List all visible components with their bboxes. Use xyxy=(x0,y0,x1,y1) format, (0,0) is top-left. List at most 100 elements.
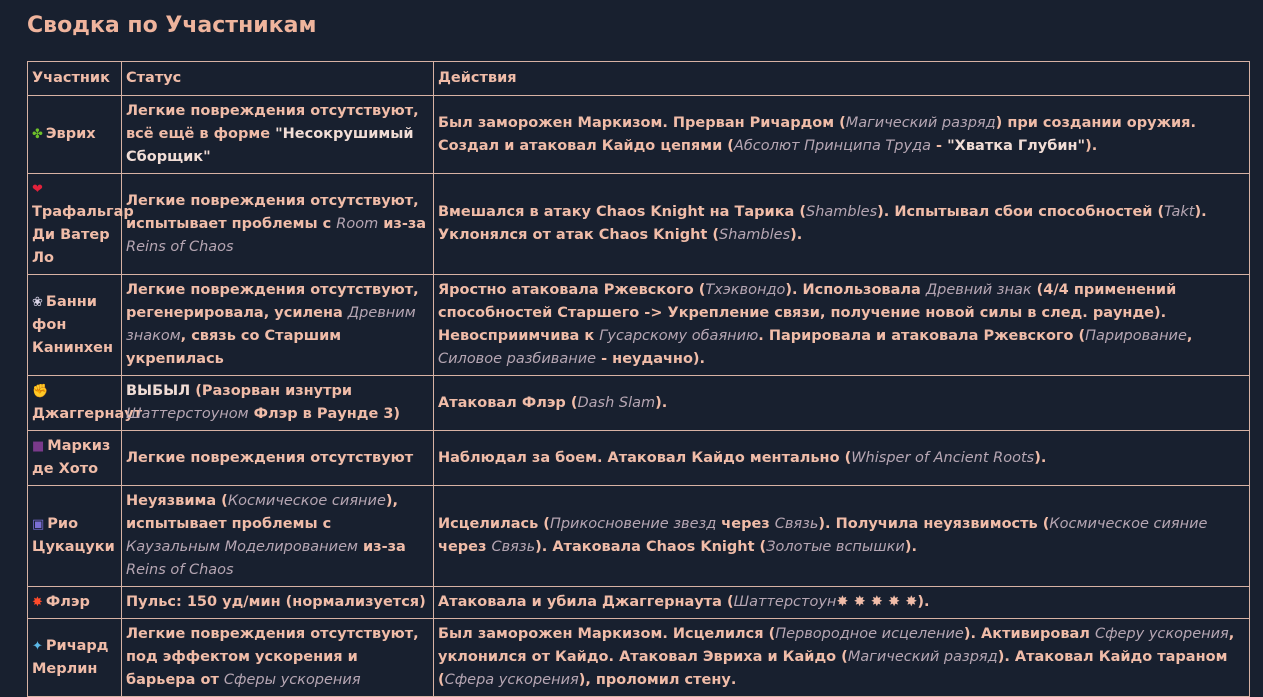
status-cell: Неуязвима (Космическое сияние), испытыва… xyxy=(121,485,434,587)
status-cell: Легкие повреждения отсутствуют xyxy=(121,430,434,486)
text-segment: (Разорван изнутри xyxy=(190,383,353,399)
text-segment: из-за xyxy=(357,539,406,555)
actions-cell: Яростно атаковала Ржевского (Тхэквондо).… xyxy=(433,274,1250,376)
text-segment: ). xyxy=(1085,137,1098,154)
actions-cell: Был заморожен Маркизом. Прерван Ричардом… xyxy=(433,95,1250,174)
ability-name: Первородное исцеление xyxy=(775,626,964,642)
page-title: Сводка по Участникам xyxy=(27,13,317,38)
ability-name: Магический разряд xyxy=(847,649,998,665)
text-segment: ). Активировал xyxy=(963,626,1095,642)
participant-cell: ✤ Эврих xyxy=(27,95,122,174)
status-cell: ВЫБЫЛ (Разорван изнутри Шаттерстоуном Фл… xyxy=(121,375,434,431)
collision-icon: ✸ xyxy=(32,595,43,610)
text-segment: , xyxy=(1186,328,1193,344)
text-segment: Атаковал Флэр ( xyxy=(438,394,578,411)
text-segment: Исцелилась ( xyxy=(438,516,550,532)
ability-name: Гусарскому обаянию xyxy=(599,328,759,344)
actions-cell: Наблюдал за боем. Атаковал Кайдо менталь… xyxy=(433,430,1250,486)
status-cell: Легкие повреждения отсутствуют, регенери… xyxy=(121,274,434,376)
ability-name: Космическое сияние xyxy=(1049,516,1208,532)
text-segment: . Парировала и атаковала Ржевского ( xyxy=(758,328,1086,344)
table-row: ✤ Эврих Легкие повреждения отсутствуют, вс… xyxy=(27,95,1250,174)
text-segment: ). xyxy=(655,394,668,411)
participant-name: Трафальгар Ди Ватер Ло xyxy=(32,204,134,266)
participant-cell: ▣ Рио Цукацуки xyxy=(27,485,122,587)
status-cell: Легкие повреждения отсутствуют, всё ещё … xyxy=(121,95,434,174)
status-cell: Легкие повреждения отсутствуют, под эффе… xyxy=(121,618,434,697)
ability-name: Абсолют Принципа Труда xyxy=(733,137,931,154)
table-row: ▣ Рио Цукацуки Неуязвима (Космическое сиян… xyxy=(27,485,1250,587)
status-cell: Легкие повреждения отсутствуют, испытыва… xyxy=(121,173,434,275)
participant-cell: ❀ Банни фон Канинхен xyxy=(27,274,122,376)
cutoff-text xyxy=(27,0,727,3)
text-segment: Атаковала и убила Джаггернаута ( xyxy=(438,594,734,610)
ability-name: Связь xyxy=(491,539,536,555)
ability-name: Парирование xyxy=(1085,328,1187,344)
rabbit-icon: ❀ xyxy=(32,294,43,310)
ability-name: Шаттерстоуном xyxy=(126,406,249,422)
text-segment: ВЫБЫЛ xyxy=(126,383,191,399)
text-segment: ). Атаковала Chaos Knight ( xyxy=(535,539,767,555)
table-row: ✸ Флэр Пульс: 150 уд/мин (нормализуется) Ат… xyxy=(27,586,1250,619)
participant-cell: ❤ Трафальгар Ди Ватер Ло xyxy=(27,173,134,275)
table-row: ❀ Банни фон Канинхен Легкие повреждения от… xyxy=(27,274,1250,376)
ability-name: Тхэквондо xyxy=(705,282,786,298)
mage-icon: ✦ xyxy=(32,638,43,654)
text-segment: ). xyxy=(904,539,917,555)
actions-cell: Атаковала и убила Джаггернаута (Шаттерст… xyxy=(433,586,1250,619)
text-segment: Был заморожен Маркизом. Исцелился ( xyxy=(438,626,776,642)
ability-name: Room xyxy=(336,215,379,232)
flexed-arm-icon: ✊ xyxy=(32,384,49,399)
text-segment: через xyxy=(716,516,775,532)
text-segment: ). xyxy=(790,227,803,243)
text-segment: Неуязвима ( xyxy=(126,493,228,509)
ability-name: Шаттерстоун xyxy=(733,594,837,610)
table-header-row: Участник Статус Действия xyxy=(27,61,1250,96)
floppy-disk-icon: ▣ xyxy=(32,517,45,532)
text-segment: ✸ ✸ ✸ ✸ ✸ xyxy=(836,594,918,610)
ability-name: Shambles xyxy=(806,204,878,220)
text-segment: ). Использовала xyxy=(785,282,926,298)
participant-cell: ■ Маркиз де Хото xyxy=(27,430,122,486)
actions-cell: Вмешался в атаку Chaos Knight на Тарика … xyxy=(433,173,1250,275)
ability-name: Reins of Chaos xyxy=(126,238,234,255)
text-segment: Был заморожен Маркизом. Прерван Ричардом… xyxy=(438,114,846,131)
text-segment: Пульс: 150 уд/мин (нормализуется) xyxy=(126,594,426,610)
ability-name: Сферу ускорения xyxy=(1094,626,1229,642)
participants-table: Участник Статус Действия ✤ Эврих Легкие по… xyxy=(27,61,1250,697)
text-segment: ). xyxy=(1034,449,1047,466)
header-participant: Участник xyxy=(27,61,122,96)
header-status: Статус xyxy=(121,61,434,96)
ability-name: Древний знак xyxy=(925,282,1032,298)
participant-name: Флэр xyxy=(45,594,90,610)
text-segment: ). xyxy=(917,594,930,610)
text-segment: Наблюдал за боем. Атаковал Кайдо менталь… xyxy=(438,449,852,466)
ability-name: Reins of Chaos xyxy=(126,562,234,578)
ability-name: Takt xyxy=(1164,204,1195,220)
ability-name: Dash Slam xyxy=(577,394,656,411)
text-segment: "Хватка Глубин" xyxy=(947,137,1086,154)
participant-cell: ✊ Джаггернаут xyxy=(27,375,142,431)
actions-cell: Исцелилась (Прикосновение звезд через Св… xyxy=(433,485,1250,587)
top-hat-icon: ■ xyxy=(32,439,45,454)
header-actions: Действия xyxy=(433,61,1250,96)
participant-name: Ричард Мерлин xyxy=(32,637,109,677)
text-segment: Вмешался в атаку Chaos Knight на Тарика … xyxy=(438,204,807,220)
text-segment: из-за xyxy=(378,215,427,232)
actions-cell: Атаковал Флэр (Dash Slam). xyxy=(433,375,1250,431)
ability-name: Сфера ускорения xyxy=(444,672,579,688)
text-segment: Яростно атаковала Ржевского ( xyxy=(438,282,706,298)
ability-name: Космическое сияние xyxy=(227,493,386,509)
text-segment: - xyxy=(931,137,948,154)
actions-cell: Был заморожен Маркизом. Исцелился (Перво… xyxy=(433,618,1250,697)
table-row: ■ Маркиз де Хото Легкие повреждения отсутс… xyxy=(27,430,1250,486)
ability-name: Каузальным Моделированием xyxy=(126,539,358,555)
participant-name: Банни фон Канинхен xyxy=(32,293,114,356)
text-segment: Легкие повреждения отсутствуют xyxy=(126,449,414,466)
status-cell: Пульс: 150 уд/мин (нормализуется) xyxy=(121,586,434,619)
ability-name: Связь xyxy=(774,516,819,532)
text-segment: ), проломил стену. xyxy=(578,672,737,688)
ability-name: Shambles xyxy=(719,227,791,243)
participant-name: Рио Цукацуки xyxy=(32,516,115,555)
text-segment: через xyxy=(438,539,492,555)
